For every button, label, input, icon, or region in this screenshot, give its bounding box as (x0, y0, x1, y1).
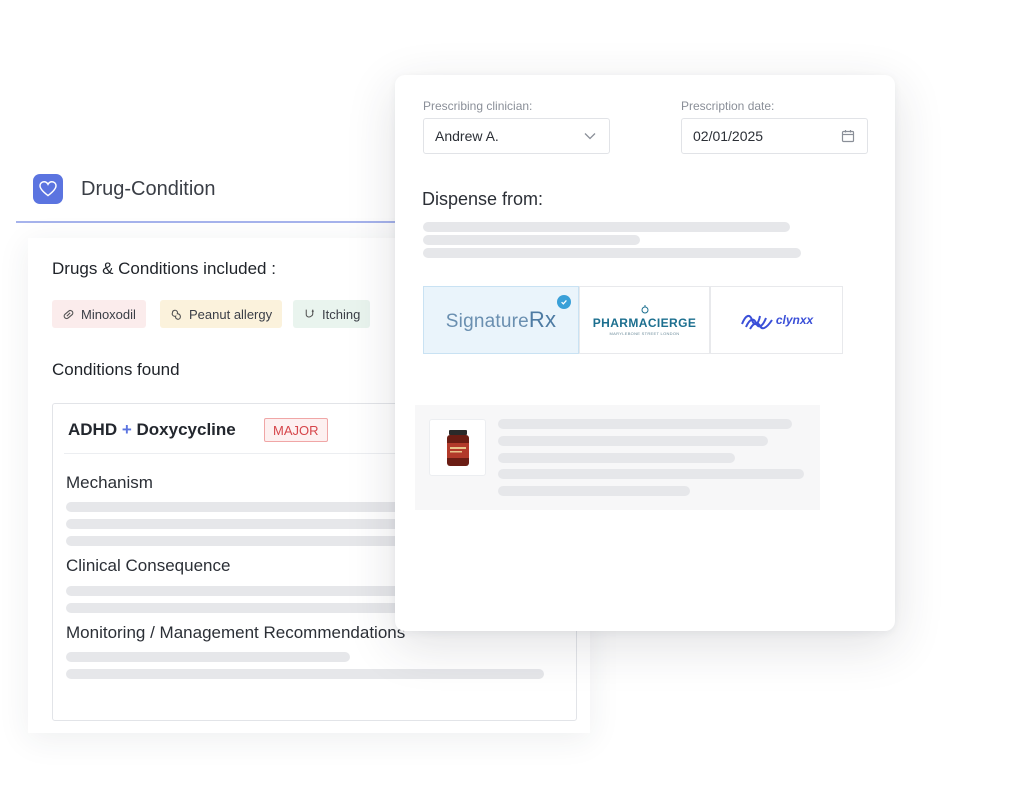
skeleton-line (498, 436, 768, 446)
pill-icon (63, 309, 74, 319)
pharmacy-pharmacierge[interactable]: PHARMACIERGE MARYLEBONE STREET LONDON (579, 286, 710, 354)
peanut-icon (171, 309, 181, 320)
severity-badge: MAJOR (264, 418, 328, 442)
heart-icon (33, 174, 63, 204)
skeleton-line (498, 486, 690, 496)
clinician-label: Prescribing clinician: (423, 99, 533, 113)
monitoring-heading: Monitoring / Management Recommendations (66, 623, 406, 642)
dispense-heading: Dispense from: (422, 189, 544, 209)
chip-label: Minoxodil (81, 306, 136, 322)
condition-title: ADHD + Doxycycline (68, 420, 236, 440)
prescription-card: Prescribing clinician: Andrew A. Prescri… (395, 75, 895, 631)
page-title: Drug-Condition (81, 178, 216, 200)
clinician-value: Andrew A. (435, 128, 499, 144)
check-icon (557, 295, 571, 309)
skeleton-line (66, 652, 350, 662)
skeleton-line (66, 669, 544, 679)
date-field[interactable]: 02/01/2025 (681, 118, 868, 154)
included-heading: Drugs & Conditions included : (52, 259, 276, 278)
drug-a: ADHD (68, 420, 118, 439)
clynxx-wave-icon (740, 314, 773, 330)
skeleton-line (423, 222, 790, 232)
header-divider (16, 221, 406, 223)
skeleton-line (498, 419, 792, 429)
pharmacy-signaturerx[interactable]: SignatureRx (423, 286, 579, 354)
skeleton-line (498, 469, 804, 479)
signaturerx-logo: SignatureRx (445, 307, 557, 332)
chip-label: Itching (322, 306, 361, 322)
pharmacierge-tagline: MARYLEBONE STREET LONDON (609, 330, 680, 336)
chip-peanut-allergy[interactable]: Peanut allergy (160, 300, 283, 328)
plus-sign: + (121, 420, 132, 439)
skeleton-line (423, 235, 640, 245)
pharmacierge-logo: PHARMACIERGE (592, 315, 697, 330)
pharmacy-clynxx[interactable]: clynxx (710, 286, 843, 354)
supplement-bottle-icon (447, 430, 469, 466)
chip-label: Peanut allergy (189, 306, 273, 322)
clynxx-logo: clynxx (775, 313, 814, 327)
product-image (429, 419, 486, 476)
drug-b: Doxycycline (136, 420, 236, 439)
chip-minoxodil[interactable]: Minoxodil (52, 300, 146, 328)
chevron-down-icon (584, 133, 596, 140)
product-row (415, 405, 820, 510)
mechanism-heading: Mechanism (66, 473, 153, 492)
skeleton-line (498, 453, 735, 463)
skeleton-line (423, 248, 801, 258)
calendar-icon (841, 130, 855, 143)
condition-icon (305, 309, 314, 317)
chip-itching[interactable]: Itching (293, 300, 371, 328)
conditions-found-heading: Conditions found (52, 360, 180, 379)
date-label: Prescription date: (681, 99, 775, 113)
clinician-select[interactable]: Andrew A. (423, 118, 610, 154)
consequence-heading: Clinical Consequence (66, 556, 231, 575)
date-value: 02/01/2025 (693, 128, 764, 144)
pharmacierge-emblem-icon (641, 304, 648, 313)
